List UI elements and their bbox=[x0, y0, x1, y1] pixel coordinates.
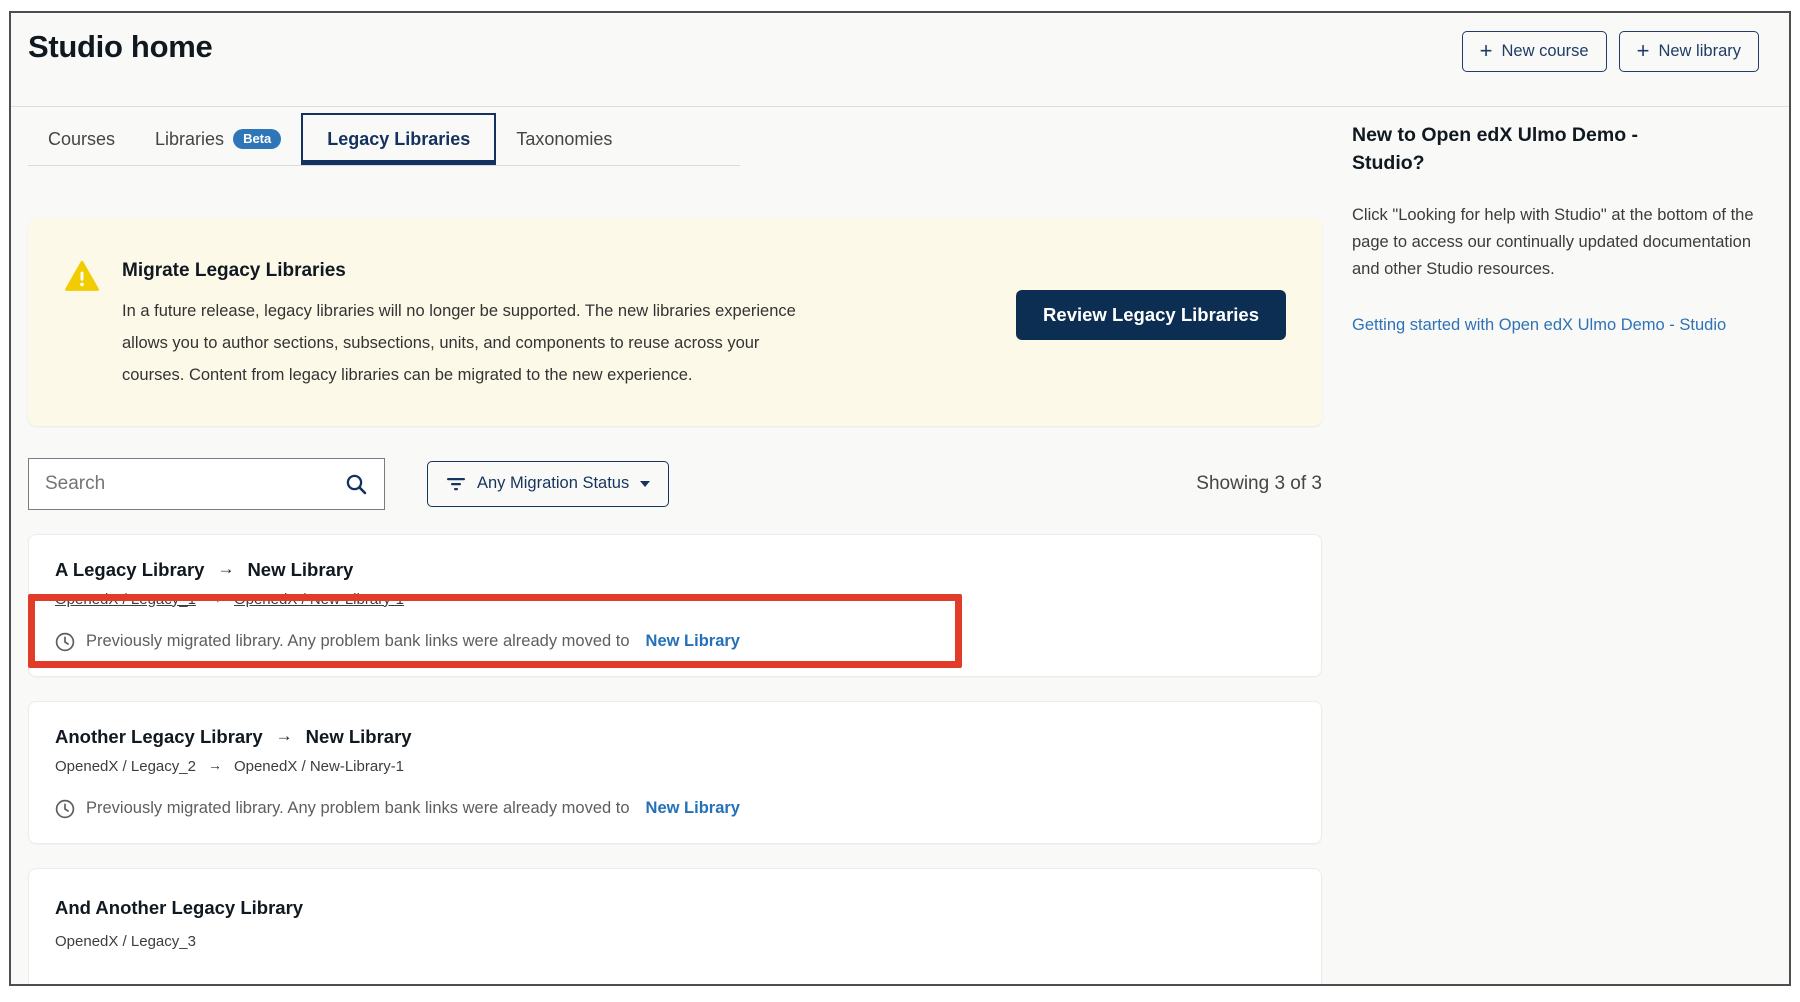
alert-body: In a future release, legacy libraries wi… bbox=[122, 296, 812, 392]
search-box bbox=[28, 458, 385, 510]
header-actions: + New course + New library bbox=[1462, 31, 1759, 72]
migration-status-text: Previously migrated library. Any problem… bbox=[86, 632, 630, 651]
library-key-row: OpenedX / Legacy_3 bbox=[55, 933, 1295, 950]
new-library-button[interactable]: + New library bbox=[1619, 31, 1759, 72]
tab-bar: Courses Libraries Beta Legacy Libraries … bbox=[28, 113, 740, 166]
library-card-legacy-3[interactable]: And Another Legacy Library OpenedX / Leg… bbox=[28, 868, 1322, 986]
migration-status-row: Previously migrated library. Any problem… bbox=[55, 799, 1295, 819]
target-library-key: OpenedX / New-Library-1 bbox=[234, 591, 404, 608]
new-library-label: New library bbox=[1658, 42, 1741, 61]
tab-courses[interactable]: Courses bbox=[28, 113, 135, 165]
page-header: Studio home + New course + New library bbox=[11, 13, 1789, 72]
migration-status-text: Previously migrated library. Any problem… bbox=[86, 799, 630, 818]
library-title: A Legacy Library bbox=[55, 559, 204, 581]
tab-taxonomies[interactable]: Taxonomies bbox=[496, 113, 632, 165]
migrated-library-title: New Library bbox=[306, 726, 412, 748]
new-library-link[interactable]: New Library bbox=[646, 632, 740, 651]
getting-started-link[interactable]: Getting started with Open edX Ulmo Demo … bbox=[1352, 307, 1742, 344]
arrow-right-icon: → bbox=[208, 757, 222, 773]
arrow-right-icon: → bbox=[208, 590, 222, 606]
new-course-label: New course bbox=[1501, 42, 1588, 61]
page-title: Studio home bbox=[28, 29, 212, 65]
library-title-row: And Another Legacy Library bbox=[55, 897, 1295, 919]
library-list: A Legacy Library → New Library OpenedX /… bbox=[28, 534, 1322, 986]
studio-home-window: Studio home + New course + New library C… bbox=[9, 11, 1791, 986]
library-key-row: OpenedX / Legacy_1 → OpenedX / New-Libra… bbox=[55, 591, 1295, 608]
help-sidebar: New to Open edX Ulmo Demo - Studio? Clic… bbox=[1352, 107, 1780, 986]
library-card-legacy-1[interactable]: A Legacy Library → New Library OpenedX /… bbox=[28, 534, 1322, 677]
plus-icon: + bbox=[1480, 40, 1493, 62]
alert-title: Migrate Legacy Libraries bbox=[122, 260, 822, 282]
review-legacy-libraries-button[interactable]: Review Legacy Libraries bbox=[1016, 290, 1286, 340]
source-library-key: OpenedX / Legacy_1 bbox=[55, 591, 196, 608]
search-icon[interactable] bbox=[344, 472, 368, 496]
new-course-button[interactable]: + New course bbox=[1462, 31, 1607, 72]
main-column: Courses Libraries Beta Legacy Libraries … bbox=[28, 107, 1322, 986]
migrated-library-title: New Library bbox=[247, 559, 353, 581]
migration-status-row: Previously migrated library. Any problem… bbox=[55, 632, 1295, 652]
tab-libraries[interactable]: Libraries Beta bbox=[135, 113, 301, 165]
library-toolbar: Any Migration Status Showing 3 of 3 bbox=[28, 458, 1322, 510]
sidebar-help-text: Click "Looking for help with Studio" at … bbox=[1352, 202, 1764, 284]
target-library-key: OpenedX / New-Library-1 bbox=[234, 758, 404, 775]
tab-legacy-libraries[interactable]: Legacy Libraries bbox=[301, 113, 496, 165]
warning-icon bbox=[64, 260, 100, 292]
source-library-key: OpenedX / Legacy_3 bbox=[55, 933, 196, 950]
library-card-legacy-2[interactable]: Another Legacy Library → New Library Ope… bbox=[28, 701, 1322, 844]
source-library-key: OpenedX / Legacy_2 bbox=[55, 758, 196, 775]
sidebar-heading: New to Open edX Ulmo Demo - Studio? bbox=[1352, 121, 1682, 178]
library-title-row: A Legacy Library → New Library bbox=[55, 559, 1295, 581]
search-input[interactable] bbox=[45, 473, 344, 495]
clock-icon bbox=[55, 799, 75, 819]
chevron-down-icon bbox=[640, 481, 650, 487]
results-count: Showing 3 of 3 bbox=[1196, 473, 1322, 495]
new-library-link[interactable]: New Library bbox=[646, 799, 740, 818]
migration-status-filter[interactable]: Any Migration Status bbox=[427, 461, 669, 507]
migrate-alert: Migrate Legacy Libraries In a future rel… bbox=[28, 218, 1322, 426]
clock-icon bbox=[55, 632, 75, 652]
library-title: And Another Legacy Library bbox=[55, 897, 303, 919]
arrow-right-icon: → bbox=[276, 726, 293, 746]
library-title-row: Another Legacy Library → New Library bbox=[55, 726, 1295, 748]
filter-label: Any Migration Status bbox=[477, 474, 629, 493]
library-key-row: OpenedX / Legacy_2 → OpenedX / New-Libra… bbox=[55, 758, 1295, 775]
plus-icon: + bbox=[1637, 40, 1650, 62]
library-title: Another Legacy Library bbox=[55, 726, 263, 748]
beta-badge: Beta bbox=[233, 129, 281, 149]
arrow-right-icon: → bbox=[217, 559, 234, 579]
filter-icon bbox=[446, 476, 466, 492]
